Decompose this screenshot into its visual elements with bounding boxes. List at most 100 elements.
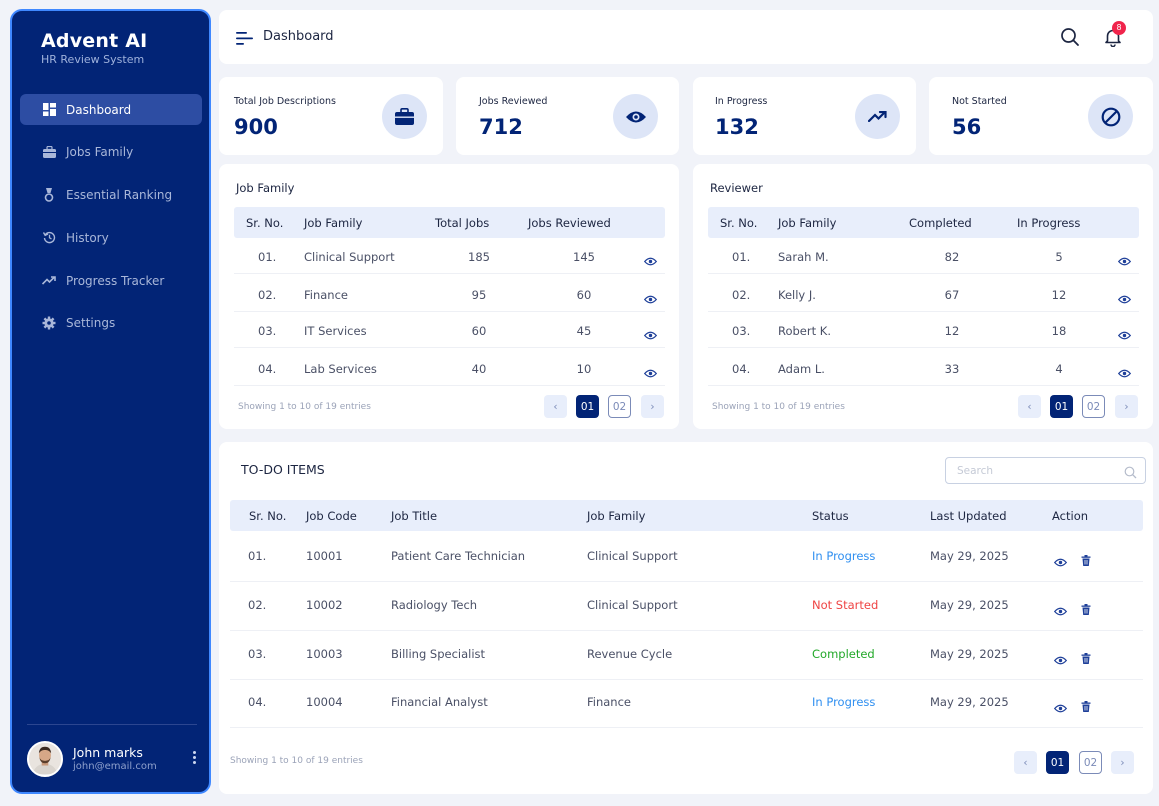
next-page-button[interactable]: › — [1115, 395, 1138, 418]
sidebar-item-history[interactable]: History — [20, 222, 202, 253]
page-button[interactable]: 02 — [1082, 395, 1105, 418]
page-button[interactable]: 02 — [608, 395, 631, 418]
stat-label: Not Started — [952, 96, 1007, 107]
panel-title: TO-DO ITEMS — [241, 462, 325, 477]
menu-icon[interactable] — [236, 30, 253, 49]
page-button[interactable]: 02 — [1079, 751, 1102, 774]
table-cell: 03. — [248, 647, 267, 661]
table-row: 01. 10001 Patient Care Technician Clinical … — [230, 533, 1143, 582]
table-cell: 04. — [732, 362, 751, 376]
column-header: Job Title — [391, 509, 438, 523]
column-header: Job Family — [587, 509, 646, 523]
panel-title: Reviewer — [710, 181, 763, 195]
stat-card-not-started: Not Started 56 — [929, 77, 1153, 155]
view-icon[interactable] — [1053, 698, 1068, 717]
view-icon[interactable] — [643, 251, 658, 270]
job-family-panel: Job Family Sr. No. Job Family Total Jobs… — [219, 164, 679, 429]
briefcase-icon — [42, 145, 56, 159]
sidebar-item-label: Settings — [66, 316, 116, 331]
table-cell: 40 — [471, 362, 487, 376]
search-input[interactable] — [946, 458, 1116, 483]
prev-page-button[interactable]: ‹ — [1014, 751, 1037, 774]
sidebar-item-label: History — [66, 230, 109, 245]
table-cell: Clinical Support — [587, 549, 678, 563]
trash-icon[interactable] — [1081, 551, 1091, 570]
prev-page-button[interactable]: ‹ — [544, 395, 567, 418]
status-badge: In Progress — [812, 549, 876, 563]
view-icon[interactable] — [643, 363, 658, 382]
sidebar-item-label: Dashboard — [66, 102, 132, 117]
next-page-button[interactable]: › — [1111, 751, 1134, 774]
table-row: 03. Robert K. 12 18 — [708, 312, 1139, 348]
notification-badge: 8 — [1112, 21, 1126, 35]
table-cell: 82 — [944, 250, 960, 264]
table-cell: 145 — [573, 250, 595, 264]
column-header: Sr. No. — [246, 216, 284, 230]
table-cell: 10003 — [306, 647, 343, 661]
search-icon[interactable] — [1060, 27, 1080, 47]
next-page-button[interactable]: › — [641, 395, 664, 418]
page-button[interactable]: 01 — [576, 395, 599, 418]
search-icon[interactable] — [1124, 464, 1137, 483]
view-icon[interactable] — [643, 289, 658, 308]
table-cell: 5 — [1055, 250, 1063, 264]
sidebar-item-dashboard[interactable]: Dashboard — [20, 94, 202, 125]
table-cell: May 29, 2025 — [930, 549, 1009, 563]
ban-icon — [1088, 94, 1133, 139]
view-icon[interactable] — [1117, 325, 1132, 344]
trash-icon[interactable] — [1081, 649, 1091, 668]
status-badge: In Progress — [812, 695, 876, 709]
sidebar-item-jobs-family[interactable]: Jobs Family — [20, 137, 202, 168]
table-cell: 10004 — [306, 695, 343, 709]
prev-page-button[interactable]: ‹ — [1018, 395, 1041, 418]
sidebar-item-label: Jobs Family — [66, 145, 134, 160]
view-icon[interactable] — [1117, 251, 1132, 270]
view-icon[interactable] — [643, 325, 658, 344]
trash-icon[interactable] — [1081, 697, 1091, 716]
column-header: Total Jobs — [435, 216, 490, 230]
table-cell: Adam L. — [778, 362, 825, 376]
table-cell: Finance — [587, 695, 631, 709]
sidebar-item-label: Progress Tracker — [66, 273, 165, 288]
column-header: Job Family — [304, 216, 363, 230]
table-cell: 03. — [732, 324, 751, 338]
view-icon[interactable] — [1053, 601, 1068, 620]
sidebar-item-essential-ranking[interactable]: Essential Ranking — [20, 180, 202, 211]
briefcase-icon — [382, 94, 427, 139]
page-button[interactable]: 01 — [1046, 751, 1069, 774]
table-cell: 33 — [944, 362, 960, 376]
top-header: Dashboard 8 — [219, 10, 1153, 64]
stat-card-total-job-descriptions: Total Job Descriptions 900 — [219, 77, 443, 155]
column-header: Completed — [909, 216, 972, 230]
table-cell: 04. — [248, 695, 267, 709]
table-cell: Finance — [304, 288, 348, 302]
column-header: Action — [1052, 509, 1089, 523]
table-cell: IT Services — [304, 324, 367, 338]
stat-value: 900 — [234, 115, 278, 139]
page-button[interactable]: 01 — [1050, 395, 1073, 418]
user-profile[interactable]: John marks john@email.com — [27, 724, 197, 792]
trash-icon[interactable] — [1081, 600, 1091, 619]
more-vertical-icon[interactable] — [193, 751, 197, 766]
table-row: 01. Sarah M. 82 5 — [708, 238, 1139, 274]
view-icon[interactable] — [1117, 363, 1132, 382]
stat-card-in-progress: In Progress 132 — [693, 77, 916, 155]
table-cell: 02. — [248, 598, 267, 612]
view-icon[interactable] — [1053, 552, 1068, 571]
table-header: Sr. No. Job Family Completed In Progress — [708, 207, 1139, 238]
sidebar-item-progress-tracker[interactable]: Progress Tracker — [20, 265, 202, 296]
table-row: 01. Clinical Support 185 145 — [234, 238, 665, 274]
view-icon[interactable] — [1117, 289, 1132, 308]
panel-title: Job Family — [236, 181, 295, 195]
column-header: Sr. No. — [249, 509, 287, 523]
view-icon[interactable] — [1053, 650, 1068, 669]
table-cell: 12 — [1051, 288, 1067, 302]
table-header: Sr. No. Job Family Total Jobs Jobs Revie… — [234, 207, 665, 238]
table-row: 02. Finance 95 60 — [234, 276, 665, 312]
sidebar-item-settings[interactable]: Settings — [20, 308, 202, 339]
table-cell: 4 — [1055, 362, 1063, 376]
table-row: 04. Lab Services 40 10 — [234, 350, 665, 386]
table-cell: 45 — [576, 324, 592, 338]
table-cell: 10 — [576, 362, 592, 376]
brand-subtitle: HR Review System — [41, 53, 145, 66]
